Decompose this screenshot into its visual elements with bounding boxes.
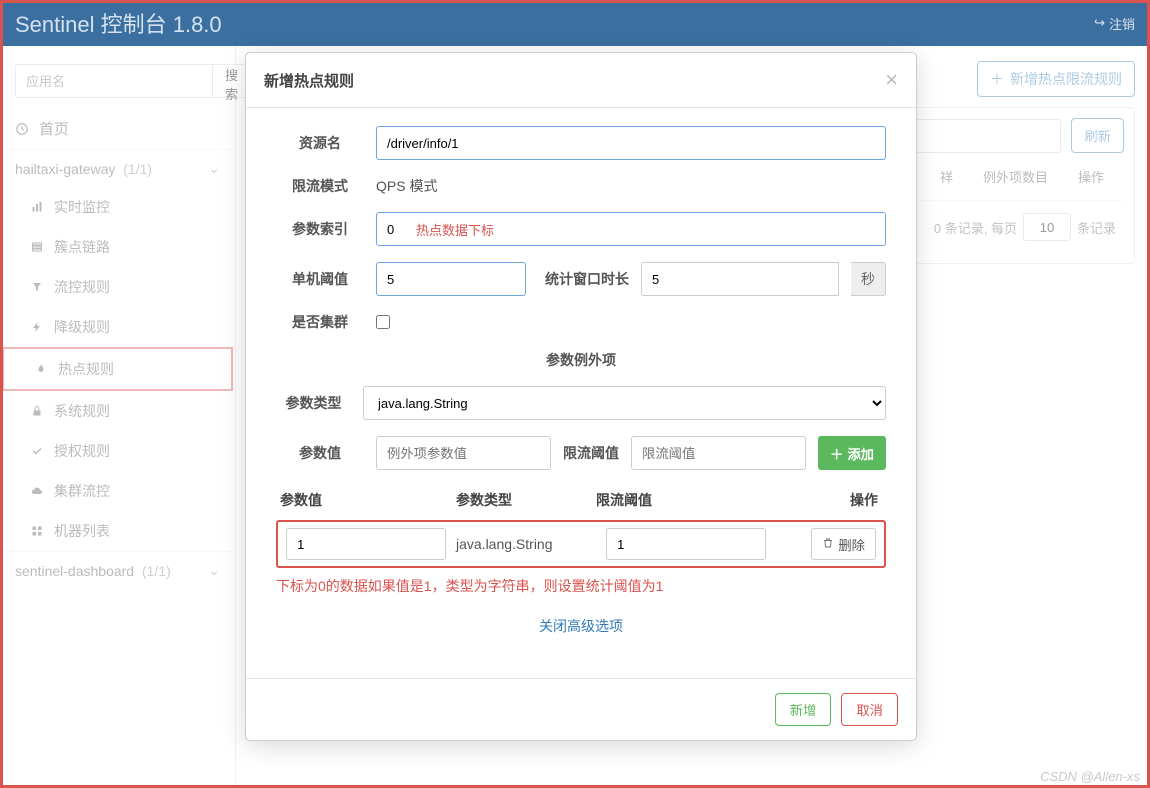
window-input[interactable] (641, 262, 839, 296)
resource-label: 资源名 (276, 133, 364, 153)
resource-input[interactable] (376, 126, 886, 160)
threshold-input[interactable] (376, 262, 526, 296)
close-advanced-link[interactable]: 关闭高级选项 (539, 618, 623, 634)
plus-icon: ＋ (830, 444, 843, 463)
trash-icon (822, 537, 834, 552)
delete-row-button[interactable]: 删除 (811, 528, 876, 560)
threshold-label: 单机阈值 (276, 269, 364, 289)
exception-section-title: 参数例外项 (276, 350, 886, 370)
exception-row: java.lang.String 删除 (276, 520, 886, 568)
cancel-button[interactable]: 取消 (841, 693, 898, 726)
param-index-annotation: 热点数据下标 (416, 220, 494, 239)
row-annotation: 下标为0的数据如果值是1，类型为字符串，则设置统计阈值为1 (276, 576, 886, 596)
param-type-select[interactable]: java.lang.String (363, 386, 886, 420)
logout-link[interactable]: ↪ 注销 (1094, 14, 1135, 33)
param-value-input[interactable] (376, 436, 551, 470)
app-title: Sentinel 控制台 1.8.0 (15, 7, 222, 39)
cluster-label: 是否集群 (276, 312, 364, 332)
watermark: CSDN @Allen-xs (1040, 769, 1140, 784)
logout-icon: ↪ (1094, 15, 1105, 31)
cluster-checkbox[interactable] (376, 315, 390, 329)
exception-table-header: 参数值 参数类型 限流阈值 操作 (276, 486, 886, 520)
window-label: 统计窗口时长 (545, 269, 629, 289)
row-threshold-input[interactable] (606, 528, 766, 560)
mode-label: 限流模式 (276, 176, 364, 196)
flow-threshold-label: 限流阈值 (563, 443, 619, 463)
mode-value: QPS 模式 (376, 176, 437, 196)
row-param-value-input[interactable] (286, 528, 446, 560)
app-header: Sentinel 控制台 1.8.0 ↪ 注销 (0, 0, 1150, 46)
flow-threshold-input[interactable] (631, 436, 806, 470)
close-icon[interactable]: × (885, 67, 898, 93)
param-index-label: 参数索引 (276, 219, 364, 239)
param-type-label: 参数类型 (276, 393, 351, 413)
window-unit: 秒 (851, 262, 886, 296)
row-param-type: java.lang.String (456, 536, 596, 552)
confirm-button[interactable]: 新增 (775, 693, 832, 726)
param-value-label: 参数值 (276, 443, 364, 463)
add-hotspot-modal: 新增热点规则 × 资源名 限流模式 QPS 模式 参数索引 热点数据下标 单机阈… (245, 52, 917, 741)
modal-title: 新增热点规则 (264, 70, 354, 91)
add-exception-button[interactable]: ＋添加 (818, 436, 886, 470)
